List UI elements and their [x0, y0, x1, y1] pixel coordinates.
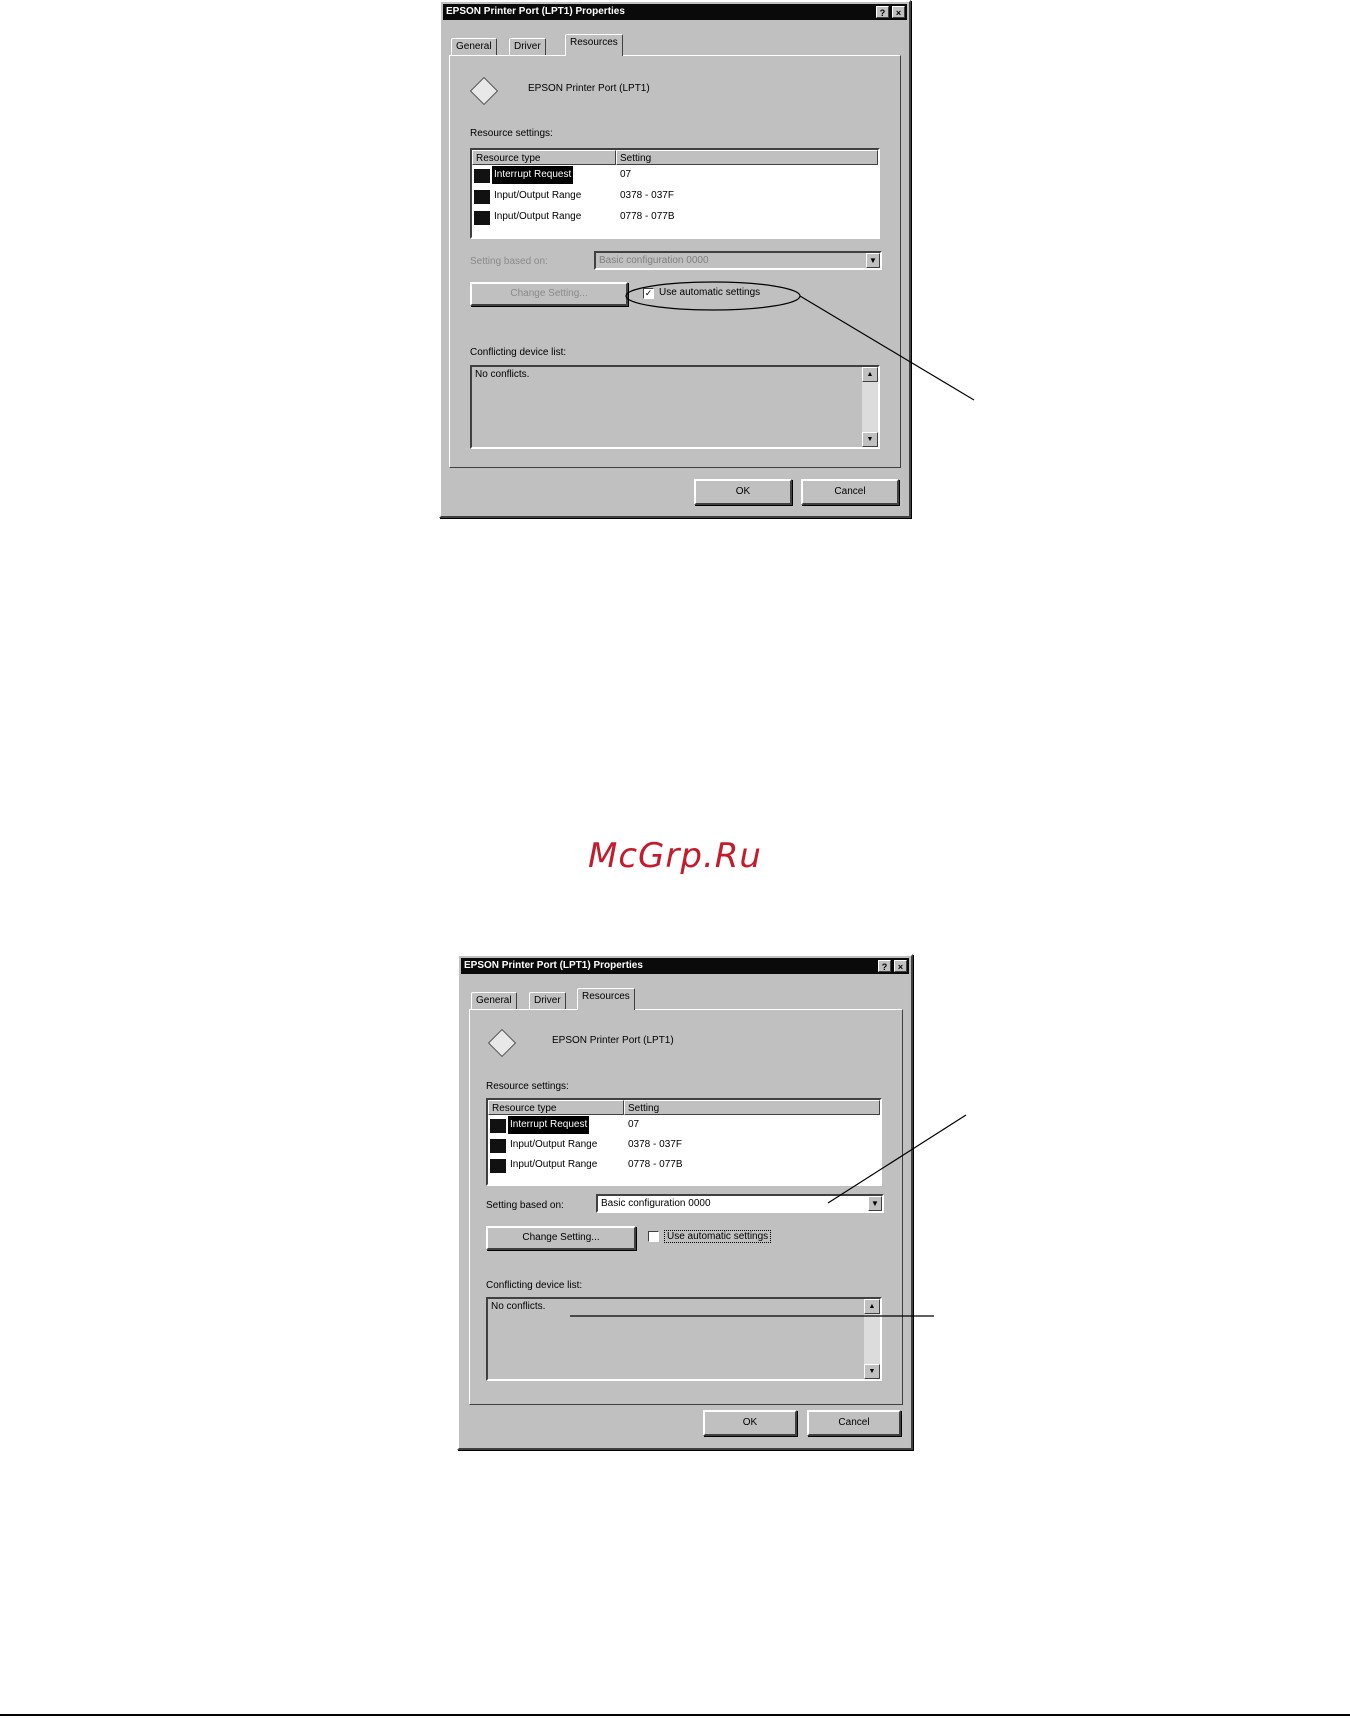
scroll-up-icon[interactable]: ▲ [862, 367, 878, 382]
resource-settings-label: Resource settings: [470, 128, 553, 139]
scroll-down-icon[interactable]: ▼ [862, 432, 878, 447]
watermark: McGrp.Ru [588, 836, 762, 876]
column-setting[interactable]: Setting [624, 1100, 880, 1115]
use-automatic-settings-label[interactable]: Use automatic settings [664, 1230, 772, 1243]
properties-dialog-1: EPSON Printer Port (LPT1) Properties ? ×… [439, 0, 911, 518]
cancel-button[interactable]: Cancel [801, 479, 899, 505]
help-button[interactable]: ? [878, 960, 891, 972]
title-bar: EPSON Printer Port (LPT1) Properties ? × [443, 4, 907, 20]
dialog-title: EPSON Printer Port (LPT1) Properties [464, 960, 643, 971]
conflicting-device-list: No conflicts. ▲ ▼ [486, 1297, 882, 1381]
help-button[interactable]: ? [876, 6, 889, 18]
chevron-down-icon[interactable]: ▼ [868, 1196, 882, 1211]
resource-type: Interrupt Request [492, 166, 574, 184]
setting-based-on-select[interactable]: Basic configuration 0000 ▼ [594, 251, 882, 270]
conflicting-device-list-label: Conflicting device list: [470, 347, 567, 358]
chevron-down-icon[interactable]: ▼ [866, 253, 880, 268]
table-row[interactable]: Input/Output Range 0778 - 077B [472, 208, 878, 226]
device-name: EPSON Printer Port (LPT1) [528, 83, 650, 94]
setting-based-on-value: Basic configuration 0000 [599, 255, 709, 266]
vertical-scrollbar[interactable]: ▲ ▼ [864, 1299, 880, 1379]
resource-icon [490, 1159, 506, 1173]
conflicting-device-list: No conflicts. ▲ ▼ [470, 365, 880, 449]
table-row[interactable]: Interrupt Request 07 [472, 166, 878, 184]
resource-setting: 07 [628, 1119, 640, 1130]
resource-type: Input/Output Range [510, 1159, 598, 1170]
table-row[interactable]: Input/Output Range 0778 - 077B [488, 1156, 880, 1174]
properties-dialog-2: EPSON Printer Port (LPT1) Properties ? ×… [457, 954, 913, 1450]
device-icon [469, 76, 499, 106]
setting-based-on-value: Basic configuration 0000 [601, 1198, 711, 1209]
dialog-title: EPSON Printer Port (LPT1) Properties [446, 6, 625, 17]
tab-resources[interactable]: Resources [565, 34, 623, 56]
vertical-scrollbar[interactable]: ▲ ▼ [862, 367, 878, 447]
ok-button[interactable]: OK [703, 1410, 797, 1436]
device-icon [487, 1028, 517, 1058]
use-automatic-settings-label[interactable]: Use automatic settings [659, 287, 760, 298]
title-bar: EPSON Printer Port (LPT1) Properties ? × [461, 958, 909, 974]
tab-general[interactable]: General [471, 992, 517, 1010]
table-row[interactable]: Interrupt Request 07 [488, 1116, 880, 1134]
column-resource-type[interactable]: Resource type [488, 1100, 624, 1115]
conflicting-device-text: No conflicts. [491, 1301, 546, 1312]
column-resource-type[interactable]: Resource type [472, 150, 616, 165]
setting-based-on-label: Setting based on: [470, 256, 548, 267]
tab-general[interactable]: General [451, 38, 497, 56]
resource-icon [474, 169, 490, 183]
resource-type: Input/Output Range [510, 1139, 598, 1150]
tab-driver[interactable]: Driver [529, 992, 566, 1010]
resource-icon [474, 211, 490, 225]
resource-setting: 0378 - 037F [620, 190, 674, 201]
setting-based-on-label: Setting based on: [486, 1200, 564, 1211]
tab-driver[interactable]: Driver [509, 38, 546, 56]
resource-setting: 0778 - 077B [620, 211, 675, 222]
tab-panel: EPSON Printer Port (LPT1) Resource setti… [449, 55, 901, 468]
resource-settings-label: Resource settings: [486, 1081, 569, 1092]
device-name: EPSON Printer Port (LPT1) [552, 1035, 674, 1046]
resource-list[interactable]: Resource type Setting Interrupt Request … [486, 1098, 882, 1186]
resource-icon [490, 1119, 506, 1133]
resource-type: Input/Output Range [494, 190, 582, 201]
change-setting-button[interactable]: Change Setting... [486, 1226, 636, 1250]
table-row[interactable]: Input/Output Range 0378 - 037F [472, 187, 878, 205]
resource-icon [474, 190, 490, 204]
column-setting[interactable]: Setting [616, 150, 878, 165]
resource-setting: 0378 - 037F [628, 1139, 682, 1150]
setting-based-on-select[interactable]: Basic configuration 0000 ▼ [596, 1194, 884, 1213]
scroll-down-icon[interactable]: ▼ [864, 1364, 880, 1379]
resource-setting: 0778 - 077B [628, 1159, 683, 1170]
change-setting-button[interactable]: Change Setting... [470, 282, 628, 306]
resource-type: Interrupt Request [508, 1116, 590, 1134]
table-row[interactable]: Input/Output Range 0378 - 037F [488, 1136, 880, 1154]
resource-setting: 07 [620, 169, 632, 180]
close-button[interactable]: × [892, 6, 905, 18]
use-automatic-settings-checkbox[interactable] [648, 1231, 659, 1242]
scroll-up-icon[interactable]: ▲ [864, 1299, 880, 1314]
conflicting-device-list-label: Conflicting device list: [486, 1280, 583, 1291]
ok-button[interactable]: OK [694, 479, 792, 505]
resource-icon [490, 1139, 506, 1153]
resource-type: Input/Output Range [494, 211, 582, 222]
resource-list[interactable]: Resource type Setting Interrupt Request … [470, 148, 880, 239]
page-bottom-rule [0, 1714, 1350, 1716]
tab-panel: EPSON Printer Port (LPT1) Resource setti… [469, 1009, 903, 1405]
conflicting-device-text: No conflicts. [475, 369, 530, 380]
tab-resources[interactable]: Resources [577, 988, 635, 1010]
use-automatic-settings-checkbox[interactable]: ✓ [643, 288, 654, 299]
close-button[interactable]: × [894, 960, 907, 972]
cancel-button[interactable]: Cancel [807, 1410, 901, 1436]
